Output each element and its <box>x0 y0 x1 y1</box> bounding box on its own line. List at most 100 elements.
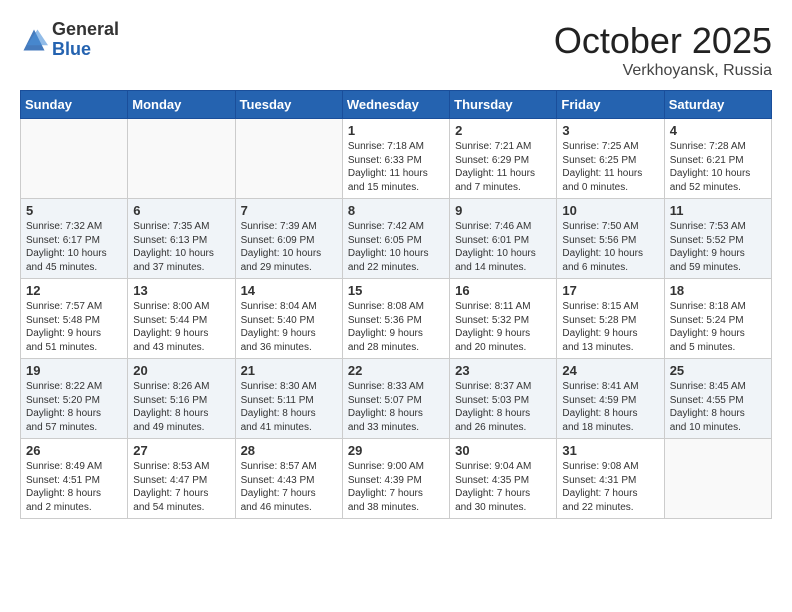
day-number: 18 <box>670 283 766 298</box>
calendar-cell: 18 Sunrise: 8:18 AM Sunset: 5:24 PM Dayli… <box>664 279 771 359</box>
day-number: 27 <box>133 443 229 458</box>
day-info: Sunrise: 7:42 AM Sunset: 6:05 PM Dayligh… <box>348 220 444 274</box>
day-number: 29 <box>348 443 444 458</box>
calendar-week-row: 12 Sunrise: 7:57 AM Sunset: 5:48 PM Dayli… <box>21 279 772 359</box>
calendar-cell <box>235 119 342 199</box>
day-number: 5 <box>26 203 122 218</box>
page-header: General Blue October 2025 Verkhoyansk, R… <box>20 20 772 80</box>
calendar-cell: 20Sunrise: 8:26 AM Sunset: 5:16 PM Dayli… <box>128 359 235 439</box>
day-header-tuesday: Tuesday <box>235 91 342 119</box>
day-number: 13 <box>133 283 229 298</box>
day-number: 3 <box>562 123 658 138</box>
day-number: 8 <box>348 203 444 218</box>
day-header-saturday: Saturday <box>664 91 771 119</box>
calendar-cell: 1Sunrise: 7:18 AM Sunset: 6:33 PM Daylig… <box>342 119 449 199</box>
calendar-week-row: 26 Sunrise: 8:49 AM Sunset: 4:51 PM Dayli… <box>21 439 772 519</box>
day-header-thursday: Thursday <box>450 91 557 119</box>
day-number: 11 <box>670 203 766 218</box>
day-number: 28 <box>241 443 337 458</box>
calendar-cell: 5Sunrise: 7:32 AM Sunset: 6:17 PM Daylig… <box>21 199 128 279</box>
day-number: 9 <box>455 203 551 218</box>
logo-icon <box>20 26 48 54</box>
day-info: Sunrise: 8:30 AM Sunset: 5:11 PM Dayligh… <box>241 380 337 434</box>
day-info: Sunrise: 8:15 AM Sunset: 5:28 PM Dayligh… <box>562 300 658 354</box>
day-number: 17 <box>562 283 658 298</box>
title-block: October 2025 Verkhoyansk, Russia <box>554 20 772 80</box>
day-number: 23 <box>455 363 551 378</box>
day-number: 12 <box>26 283 122 298</box>
calendar-table: SundayMondayTuesdayWednesdayThursdayFrid… <box>20 90 772 519</box>
calendar-cell: 14 Sunrise: 8:04 AM Sunset: 5:40 PM Dayli… <box>235 279 342 359</box>
calendar-cell: 16 Sunrise: 8:11 AM Sunset: 5:32 PM Dayli… <box>450 279 557 359</box>
day-number: 30 <box>455 443 551 458</box>
day-number: 2 <box>455 123 551 138</box>
day-number: 20 <box>133 363 229 378</box>
logo: General Blue <box>20 20 119 60</box>
day-info: Sunrise: 8:41 AM Sunset: 4:59 PM Dayligh… <box>562 380 658 434</box>
day-info: Sunrise: 8:04 AM Sunset: 5:40 PM Dayligh… <box>241 300 337 354</box>
day-number: 24 <box>562 363 658 378</box>
calendar-cell: 25 Sunrise: 8:45 AM Sunset: 4:55 PM Dayli… <box>664 359 771 439</box>
day-info: Sunrise: 7:25 AM Sunset: 6:25 PM Dayligh… <box>562 140 658 194</box>
calendar-cell: 12 Sunrise: 7:57 AM Sunset: 5:48 PM Dayli… <box>21 279 128 359</box>
calendar-cell: 3 Sunrise: 7:25 AM Sunset: 6:25 PM Daylig… <box>557 119 664 199</box>
day-header-wednesday: Wednesday <box>342 91 449 119</box>
day-number: 19 <box>26 363 122 378</box>
logo-general: General <box>52 19 119 39</box>
calendar-cell: 26 Sunrise: 8:49 AM Sunset: 4:51 PM Dayli… <box>21 439 128 519</box>
day-info: Sunrise: 7:39 AM Sunset: 6:09 PM Dayligh… <box>241 220 337 274</box>
calendar-cell: 21 Sunrise: 8:30 AM Sunset: 5:11 PM Dayli… <box>235 359 342 439</box>
calendar-header-row: SundayMondayTuesdayWednesdayThursdayFrid… <box>21 91 772 119</box>
calendar-cell: 28Sunrise: 8:57 AM Sunset: 4:43 PM Dayli… <box>235 439 342 519</box>
calendar-cell: 31 Sunrise: 9:08 AM Sunset: 4:31 PM Dayli… <box>557 439 664 519</box>
day-info: Sunrise: 7:50 AM Sunset: 5:56 PM Dayligh… <box>562 220 658 274</box>
calendar-cell <box>128 119 235 199</box>
day-info: Sunrise: 8:37 AM Sunset: 5:03 PM Dayligh… <box>455 380 551 434</box>
day-info: Sunrise: 7:18 AM Sunset: 6:33 PM Dayligh… <box>348 140 444 194</box>
calendar-cell: 4 Sunrise: 7:28 AM Sunset: 6:21 PM Daylig… <box>664 119 771 199</box>
day-info: Sunrise: 8:45 AM Sunset: 4:55 PM Dayligh… <box>670 380 766 434</box>
day-info: Sunrise: 9:04 AM Sunset: 4:35 PM Dayligh… <box>455 460 551 514</box>
day-header-sunday: Sunday <box>21 91 128 119</box>
day-number: 26 <box>26 443 122 458</box>
day-info: Sunrise: 8:49 AM Sunset: 4:51 PM Dayligh… <box>26 460 122 514</box>
day-number: 14 <box>241 283 337 298</box>
day-info: Sunrise: 9:08 AM Sunset: 4:31 PM Dayligh… <box>562 460 658 514</box>
day-info: Sunrise: 8:53 AM Sunset: 4:47 PM Dayligh… <box>133 460 229 514</box>
calendar-cell: 23 Sunrise: 8:37 AM Sunset: 5:03 PM Dayli… <box>450 359 557 439</box>
day-info: Sunrise: 8:11 AM Sunset: 5:32 PM Dayligh… <box>455 300 551 354</box>
day-number: 31 <box>562 443 658 458</box>
logo-text: General Blue <box>52 20 119 60</box>
day-info: Sunrise: 8:22 AM Sunset: 5:20 PM Dayligh… <box>26 380 122 434</box>
day-number: 6 <box>133 203 229 218</box>
calendar-week-row: 19 Sunrise: 8:22 AM Sunset: 5:20 PM Dayli… <box>21 359 772 439</box>
calendar-week-row: 1Sunrise: 7:18 AM Sunset: 6:33 PM Daylig… <box>21 119 772 199</box>
day-info: Sunrise: 7:28 AM Sunset: 6:21 PM Dayligh… <box>670 140 766 194</box>
day-header-monday: Monday <box>128 91 235 119</box>
calendar-cell: 13 Sunrise: 8:00 AM Sunset: 5:44 PM Dayli… <box>128 279 235 359</box>
day-number: 15 <box>348 283 444 298</box>
day-info: Sunrise: 8:00 AM Sunset: 5:44 PM Dayligh… <box>133 300 229 354</box>
calendar-cell: 7Sunrise: 7:39 AM Sunset: 6:09 PM Daylig… <box>235 199 342 279</box>
day-header-friday: Friday <box>557 91 664 119</box>
month-title: October 2025 <box>554 20 772 62</box>
calendar-cell: 19 Sunrise: 8:22 AM Sunset: 5:20 PM Dayli… <box>21 359 128 439</box>
calendar-week-row: 5Sunrise: 7:32 AM Sunset: 6:17 PM Daylig… <box>21 199 772 279</box>
calendar-cell: 11Sunrise: 7:53 AM Sunset: 5:52 PM Dayli… <box>664 199 771 279</box>
day-number: 22 <box>348 363 444 378</box>
day-info: Sunrise: 7:21 AM Sunset: 6:29 PM Dayligh… <box>455 140 551 194</box>
day-number: 21 <box>241 363 337 378</box>
day-info: Sunrise: 7:46 AM Sunset: 6:01 PM Dayligh… <box>455 220 551 274</box>
calendar-cell: 10Sunrise: 7:50 AM Sunset: 5:56 PM Dayli… <box>557 199 664 279</box>
day-info: Sunrise: 8:08 AM Sunset: 5:36 PM Dayligh… <box>348 300 444 354</box>
day-info: Sunrise: 8:18 AM Sunset: 5:24 PM Dayligh… <box>670 300 766 354</box>
calendar-cell: 8 Sunrise: 7:42 AM Sunset: 6:05 PM Daylig… <box>342 199 449 279</box>
day-number: 16 <box>455 283 551 298</box>
calendar-cell: 27 Sunrise: 8:53 AM Sunset: 4:47 PM Dayli… <box>128 439 235 519</box>
day-info: Sunrise: 7:57 AM Sunset: 5:48 PM Dayligh… <box>26 300 122 354</box>
day-info: Sunrise: 7:35 AM Sunset: 6:13 PM Dayligh… <box>133 220 229 274</box>
calendar-cell: 30 Sunrise: 9:04 AM Sunset: 4:35 PM Dayli… <box>450 439 557 519</box>
calendar-cell: 2 Sunrise: 7:21 AM Sunset: 6:29 PM Daylig… <box>450 119 557 199</box>
day-number: 4 <box>670 123 766 138</box>
day-number: 25 <box>670 363 766 378</box>
